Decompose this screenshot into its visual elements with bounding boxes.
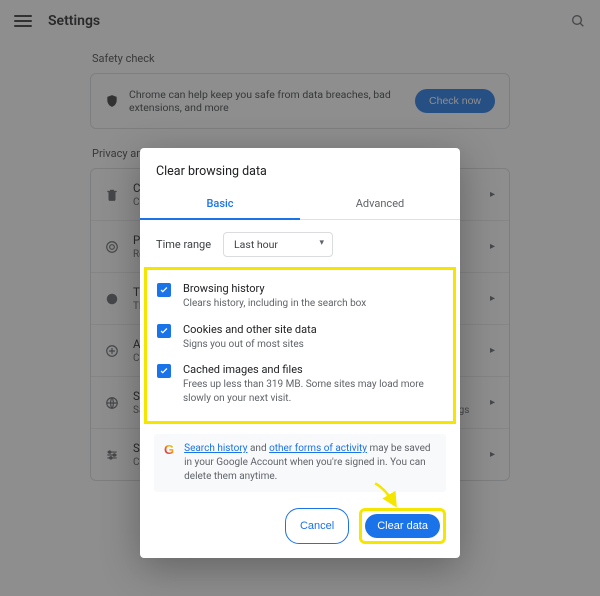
highlight-annotation-clear-button: Clear data <box>359 508 446 544</box>
highlight-annotation-options: Browsing history Clears history, includi… <box>144 267 456 424</box>
clear-data-button[interactable]: Clear data <box>365 514 440 538</box>
option-cookies[interactable]: Cookies and other site data Signs you ou… <box>157 317 443 358</box>
dialog-title: Clear browsing data <box>140 148 460 189</box>
option-browsing-history[interactable]: Browsing history Clears history, includi… <box>157 276 443 317</box>
account-note: G Search history and other forms of acti… <box>154 434 446 492</box>
option-title: Cookies and other site data <box>183 323 443 336</box>
link-search-history[interactable]: Search history <box>184 443 247 454</box>
option-cache[interactable]: Cached images and files Frees up less th… <box>157 357 443 411</box>
time-range-select[interactable]: Last hour <box>223 232 333 257</box>
option-title: Cached images and files <box>183 363 443 376</box>
tab-advanced[interactable]: Advanced <box>300 189 460 219</box>
note-text: Search history and other forms of activi… <box>184 442 436 484</box>
option-sub: Signs you out of most sites <box>183 338 443 352</box>
option-sub: Frees up less than 319 MB. Some sites ma… <box>183 378 443 405</box>
tab-basic[interactable]: Basic <box>140 189 300 220</box>
time-range-row: Time range Last hour <box>140 220 460 267</box>
cancel-button[interactable]: Cancel <box>285 508 349 544</box>
clear-data-dialog: Clear browsing data Basic Advanced Time … <box>140 148 460 558</box>
option-sub: Clears history, including in the search … <box>183 297 443 311</box>
checkbox-checked-icon[interactable] <box>157 364 171 378</box>
link-other-activity[interactable]: other forms of activity <box>269 443 367 454</box>
option-title: Browsing history <box>183 282 443 295</box>
checkbox-checked-icon[interactable] <box>157 324 171 338</box>
checkbox-checked-icon[interactable] <box>157 283 171 297</box>
dialog-button-row: Cancel Clear data <box>140 492 460 544</box>
google-logo-icon: G <box>164 442 174 457</box>
time-range-label: Time range <box>156 238 211 251</box>
dialog-tabs: Basic Advanced <box>140 189 460 220</box>
